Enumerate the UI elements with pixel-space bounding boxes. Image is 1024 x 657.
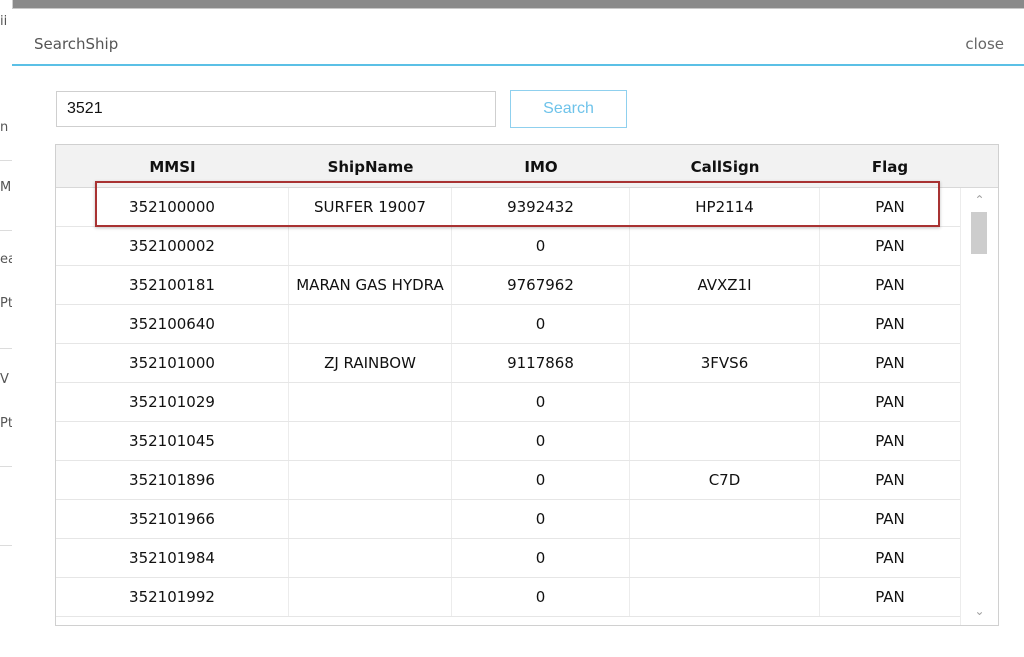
cell-callsign xyxy=(630,305,820,343)
background-text: Pt xyxy=(0,296,13,311)
table-header: MMSI ShipName IMO CallSign Flag xyxy=(56,145,998,188)
cell-flag: PAN xyxy=(875,549,905,567)
cell-shipname xyxy=(289,539,452,577)
table-row[interactable]: 352101029 0 PAN xyxy=(56,383,960,422)
cell-imo: 9392432 xyxy=(452,188,630,226)
cell-imo: 9767962 xyxy=(452,266,630,304)
cell-imo: 0 xyxy=(452,500,630,538)
chevron-down-icon[interactable]: ⌄ xyxy=(961,601,998,621)
cell-mmsi: 352101992 xyxy=(56,578,289,616)
search-button[interactable]: Search xyxy=(510,90,627,128)
background-divider xyxy=(0,545,12,546)
cell-mmsi: 352100000 xyxy=(56,188,289,226)
cell-flag: PAN xyxy=(875,588,905,606)
cell-shipname: ZJ RAINBOW xyxy=(289,344,452,382)
results-table: MMSI ShipName IMO CallSign Flag 35210000… xyxy=(55,144,999,626)
background-divider xyxy=(0,230,12,231)
table-row[interactable]: 352100000 SURFER 19007 9392432 HP2114 PAN xyxy=(56,188,960,227)
dialog-title: SearchShip xyxy=(34,35,119,53)
column-header-shipname[interactable]: ShipName xyxy=(289,145,452,187)
cell-callsign xyxy=(630,422,820,460)
column-header-flag[interactable]: Flag xyxy=(820,145,960,187)
cell-mmsi: 352101896 xyxy=(56,461,289,499)
cell-imo: 9117868 xyxy=(452,344,630,382)
cell-shipname xyxy=(289,305,452,343)
background-text: n xyxy=(0,120,9,135)
cell-shipname xyxy=(289,461,452,499)
table-row[interactable]: 352101896 0 C7D PAN xyxy=(56,461,960,500)
cell-shipname: SURFER 19007 xyxy=(289,188,452,226)
cell-callsign: C7D xyxy=(630,461,820,499)
cell-mmsi: 352100640 xyxy=(56,305,289,343)
cell-callsign xyxy=(630,383,820,421)
table-row[interactable]: 352100002 0 PAN xyxy=(56,227,960,266)
cell-flag: PAN xyxy=(875,432,905,450)
cell-mmsi: 352100002 xyxy=(56,227,289,265)
table-row[interactable]: 352101045 0 PAN xyxy=(56,422,960,461)
cell-shipname xyxy=(289,500,452,538)
cell-callsign: AVXZ1I xyxy=(630,266,820,304)
scrollbar-thumb[interactable] xyxy=(971,212,987,254)
table-row[interactable]: 352101984 0 PAN xyxy=(56,539,960,578)
cell-shipname xyxy=(289,227,452,265)
table-body: 352100000 SURFER 19007 9392432 HP2114 PAN 352… xyxy=(56,188,960,617)
cell-callsign xyxy=(630,227,820,265)
background-text: V xyxy=(0,372,9,387)
cell-callsign xyxy=(630,578,820,616)
cell-imo: 0 xyxy=(452,422,630,460)
cell-callsign: HP2114 xyxy=(630,188,820,226)
column-header-callsign[interactable]: CallSign xyxy=(630,145,820,187)
cell-imo: 0 xyxy=(452,539,630,577)
cell-flag: PAN xyxy=(875,354,905,372)
cell-imo: 0 xyxy=(452,227,630,265)
background-divider xyxy=(0,348,12,349)
cell-mmsi: 352101000 xyxy=(56,344,289,382)
cell-flag: PAN xyxy=(875,393,905,411)
search-ship-dialog: SearchShip close Search MMSI ShipName IM… xyxy=(12,8,1024,657)
background-divider xyxy=(0,160,12,161)
cell-imo: 0 xyxy=(452,305,630,343)
cell-imo: 0 xyxy=(452,461,630,499)
chevron-up-icon[interactable]: ⌃ xyxy=(961,190,998,210)
background-text: Pt xyxy=(0,416,13,431)
table-row[interactable]: 352100640 0 PAN xyxy=(56,305,960,344)
cell-mmsi: 352101045 xyxy=(56,422,289,460)
background-text: ii xyxy=(0,14,8,29)
table-row[interactable]: 352100181 MARAN GAS HYDRA 9767962 AVXZ1I PAN xyxy=(56,266,960,305)
table-row[interactable]: 352101000 ZJ RAINBOW 9117868 3FVS6 PAN xyxy=(56,344,960,383)
cell-flag: PAN xyxy=(875,471,905,489)
cell-shipname xyxy=(289,578,452,616)
cell-mmsi: 352101984 xyxy=(56,539,289,577)
cell-flag: PAN xyxy=(875,510,905,528)
table-row[interactable]: 352101966 0 PAN xyxy=(56,500,960,539)
table-row[interactable]: 352101992 0 PAN xyxy=(56,578,960,617)
close-button[interactable]: close xyxy=(965,35,1004,53)
search-input[interactable] xyxy=(56,91,496,127)
cell-shipname xyxy=(289,383,452,421)
dialog-title-bar: SearchShip close xyxy=(12,9,1024,66)
cell-mmsi: 352100181 xyxy=(56,266,289,304)
column-header-imo[interactable]: IMO xyxy=(452,145,630,187)
cell-flag: PAN xyxy=(875,315,905,333)
cell-imo: 0 xyxy=(452,383,630,421)
cell-mmsi: 352101966 xyxy=(56,500,289,538)
cell-shipname xyxy=(289,422,452,460)
cell-callsign xyxy=(630,500,820,538)
cell-callsign xyxy=(630,539,820,577)
background-divider xyxy=(0,466,12,467)
column-header-mmsi[interactable]: MMSI xyxy=(56,145,289,187)
cell-imo: 0 xyxy=(452,578,630,616)
cell-callsign: 3FVS6 xyxy=(630,344,820,382)
cell-flag: PAN xyxy=(875,198,905,216)
vertical-scrollbar[interactable]: ⌃ ⌄ xyxy=(960,188,998,625)
background-text: M xyxy=(0,180,12,195)
cell-flag: PAN xyxy=(875,276,905,294)
cell-mmsi: 352101029 xyxy=(56,383,289,421)
cell-shipname: MARAN GAS HYDRA xyxy=(289,266,452,304)
cell-flag: PAN xyxy=(875,237,905,255)
